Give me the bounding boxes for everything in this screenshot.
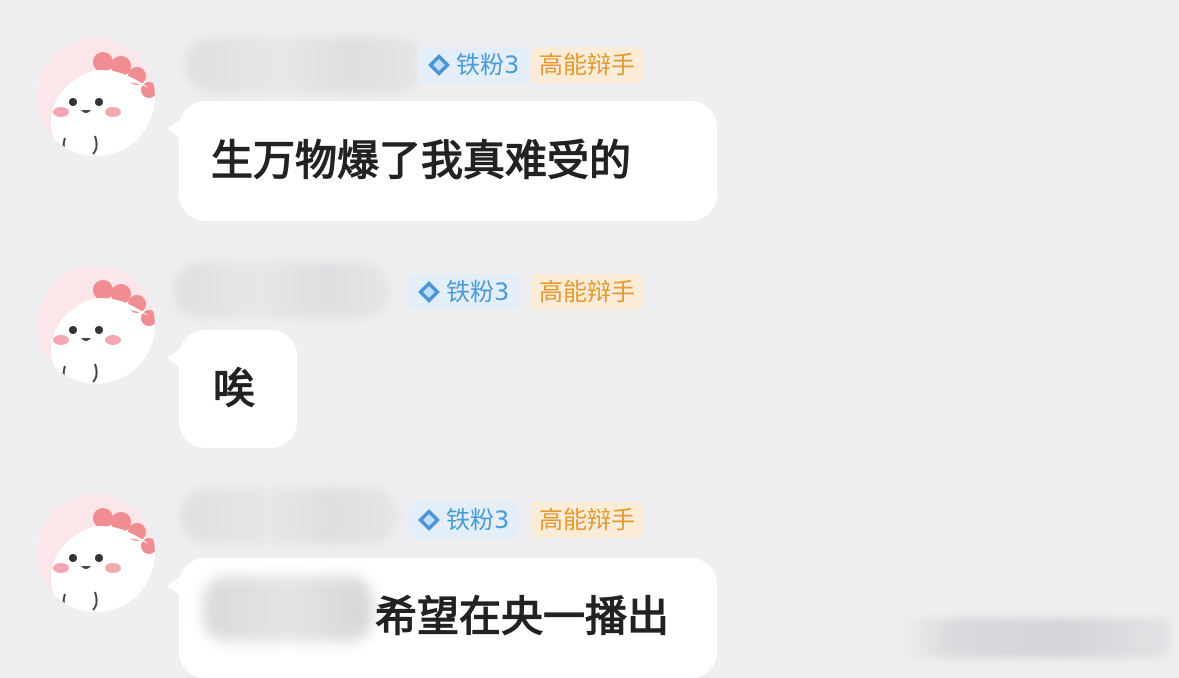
blue-diamond-icon (416, 507, 442, 533)
cartoon-face-icon (37, 266, 155, 384)
fan-level-badge[interactable]: 铁粉3 (408, 274, 520, 310)
message-text: 生万物爆了我真难受的 (211, 136, 632, 185)
title-badge[interactable]: 高能辩手 (531, 274, 643, 310)
watermark (901, 618, 1171, 658)
title-badge[interactable]: 高能辩手 (531, 502, 643, 538)
blue-diamond-icon (426, 52, 452, 78)
fan-level-badge[interactable]: 铁粉3 (408, 502, 520, 538)
message-text: 唉 (213, 364, 256, 413)
message-text: 希望在央一播出 (375, 592, 670, 641)
fan-badge-label: 铁粉3 (446, 278, 510, 306)
cartoon-face-icon (37, 38, 155, 156)
message-bubble: 唉 (167, 330, 297, 448)
message-bubble: 生万物爆了我真难受的 (167, 101, 717, 221)
message-bubble: 希望在央一播出 (167, 558, 717, 678)
redacted-text (203, 576, 373, 642)
fan-badge-label: 铁粉3 (456, 51, 520, 79)
avatar[interactable] (37, 266, 155, 384)
title-badge[interactable]: 高能辩手 (531, 47, 643, 83)
username[interactable] (180, 488, 400, 544)
avatar[interactable] (37, 494, 155, 612)
blue-diamond-icon (416, 279, 442, 305)
avatar[interactable] (37, 38, 155, 156)
username[interactable] (173, 262, 391, 318)
username[interactable] (185, 37, 425, 93)
fan-level-badge[interactable]: 铁粉3 (418, 47, 530, 83)
cartoon-face-icon (37, 494, 155, 612)
fan-badge-label: 铁粉3 (446, 506, 510, 534)
